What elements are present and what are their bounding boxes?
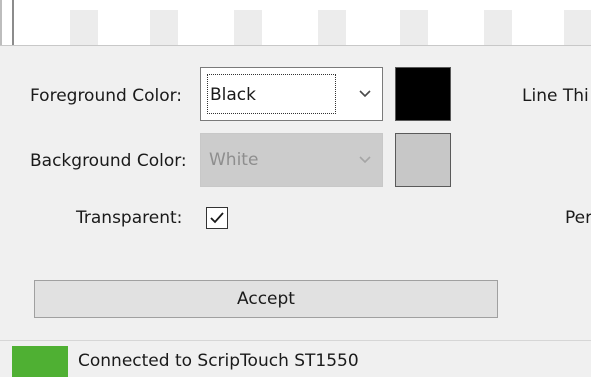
per-label: Per [565, 208, 591, 228]
line-thickness-label: Line Thi [522, 86, 589, 106]
background-color-select[interactable]: White [200, 133, 383, 187]
strip-cell [400, 10, 428, 45]
background-color-swatch[interactable] [395, 133, 451, 187]
strip-cell [564, 10, 591, 45]
foreground-color-select[interactable]: Black [200, 67, 383, 121]
foreground-color-value: Black [207, 74, 336, 114]
strip-cell [150, 10, 178, 45]
frame-edge [0, 0, 2, 45]
chevron-down-icon [359, 90, 371, 98]
transparent-checkbox[interactable] [206, 207, 228, 229]
top-preview-strip [0, 0, 591, 46]
strip-divider [12, 0, 14, 45]
foreground-color-swatch[interactable] [395, 67, 451, 121]
strip-cell [484, 10, 512, 45]
connection-indicator [12, 346, 68, 377]
strip-cell [70, 10, 98, 45]
status-text: Connected to ScripTouch ST1550 [78, 351, 359, 371]
foreground-color-label: Foreground Color: [30, 86, 183, 106]
chevron-down-icon [359, 156, 371, 164]
check-icon [210, 212, 224, 224]
strip-cell [318, 10, 346, 45]
strip-cell [234, 10, 262, 45]
status-bar: Connected to ScripTouch ST1550 [0, 340, 591, 377]
transparent-label: Transparent: [76, 208, 183, 228]
background-color-value: White [209, 150, 259, 170]
accept-button[interactable]: Accept [34, 280, 498, 318]
background-color-label: Background Color: [30, 151, 187, 171]
